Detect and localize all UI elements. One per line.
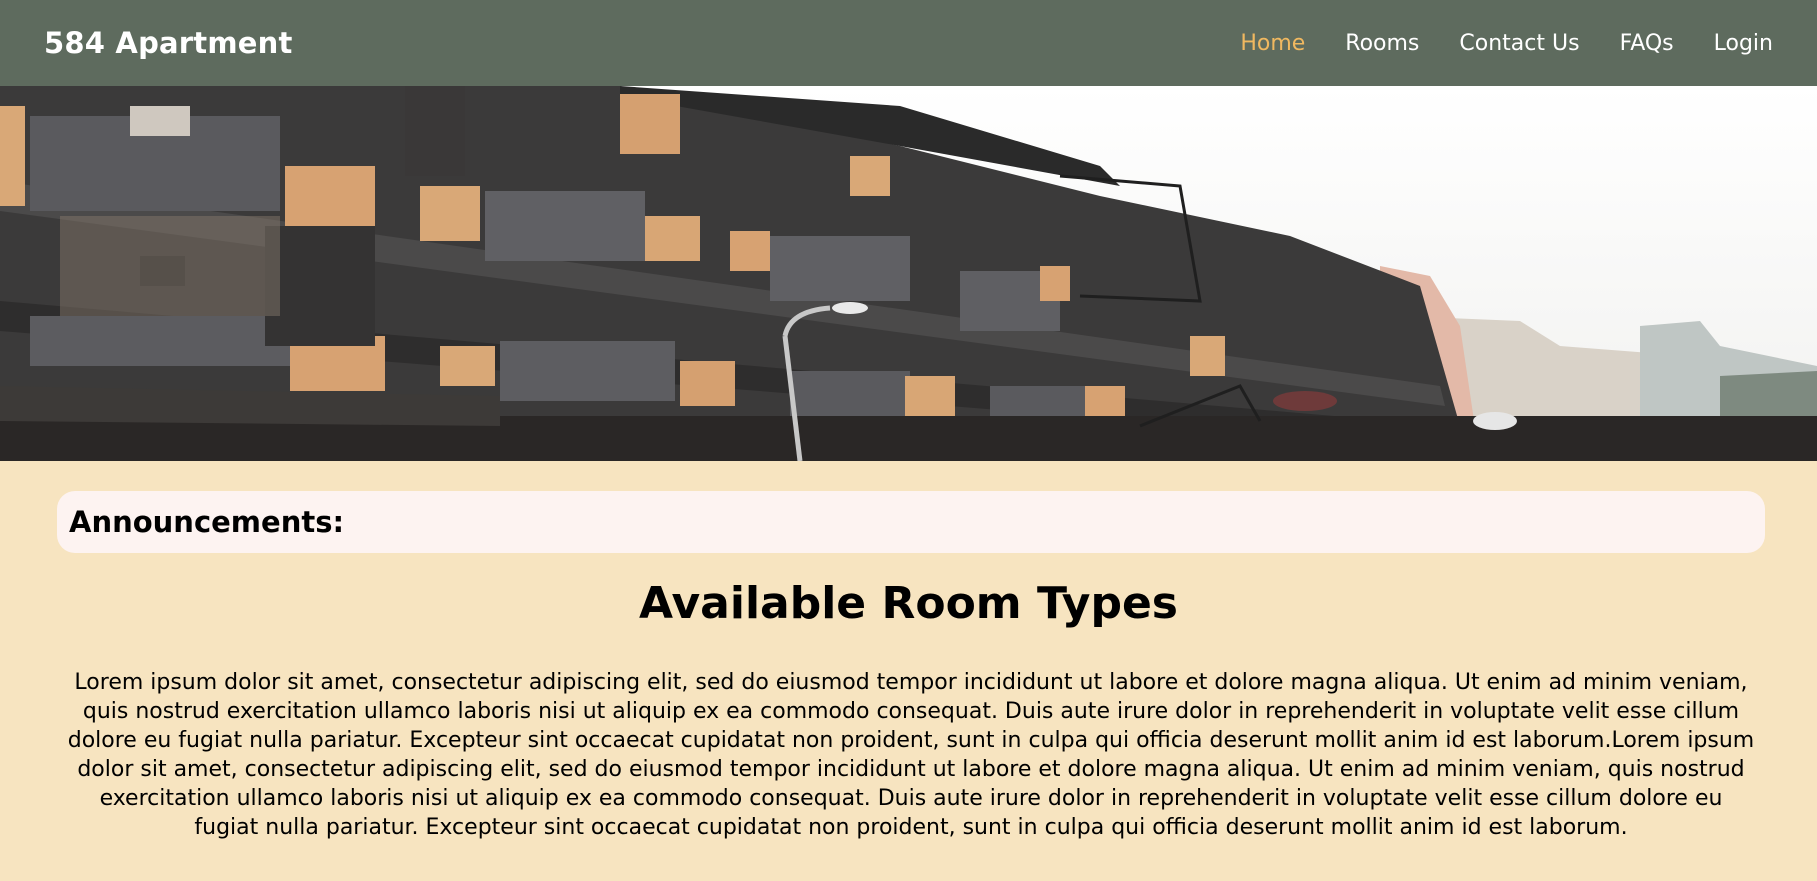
announcements-panel: Announcements: xyxy=(57,491,1765,553)
hero-building-image xyxy=(0,86,1817,461)
nav-links: Home Rooms Contact Us FAQs Login xyxy=(1240,31,1773,56)
brand-logo-link[interactable]: 584 Apartment xyxy=(44,26,293,60)
page-title: Available Room Types xyxy=(639,578,1178,629)
nav-link-login[interactable]: Login xyxy=(1714,31,1773,56)
room-types-description: Lorem ipsum dolor sit amet, consectetur … xyxy=(67,670,1755,840)
nav-link-faqs[interactable]: FAQs xyxy=(1620,31,1674,56)
nav-link-contact-us[interactable]: Contact Us xyxy=(1459,31,1579,56)
announcements-heading: Announcements: xyxy=(69,505,345,539)
apartment-building-illustration xyxy=(0,86,1817,461)
nav-link-rooms[interactable]: Rooms xyxy=(1345,31,1419,56)
top-navbar: 584 Apartment Home Rooms Contact Us FAQs… xyxy=(0,0,1817,86)
nav-link-home[interactable]: Home xyxy=(1240,31,1305,56)
